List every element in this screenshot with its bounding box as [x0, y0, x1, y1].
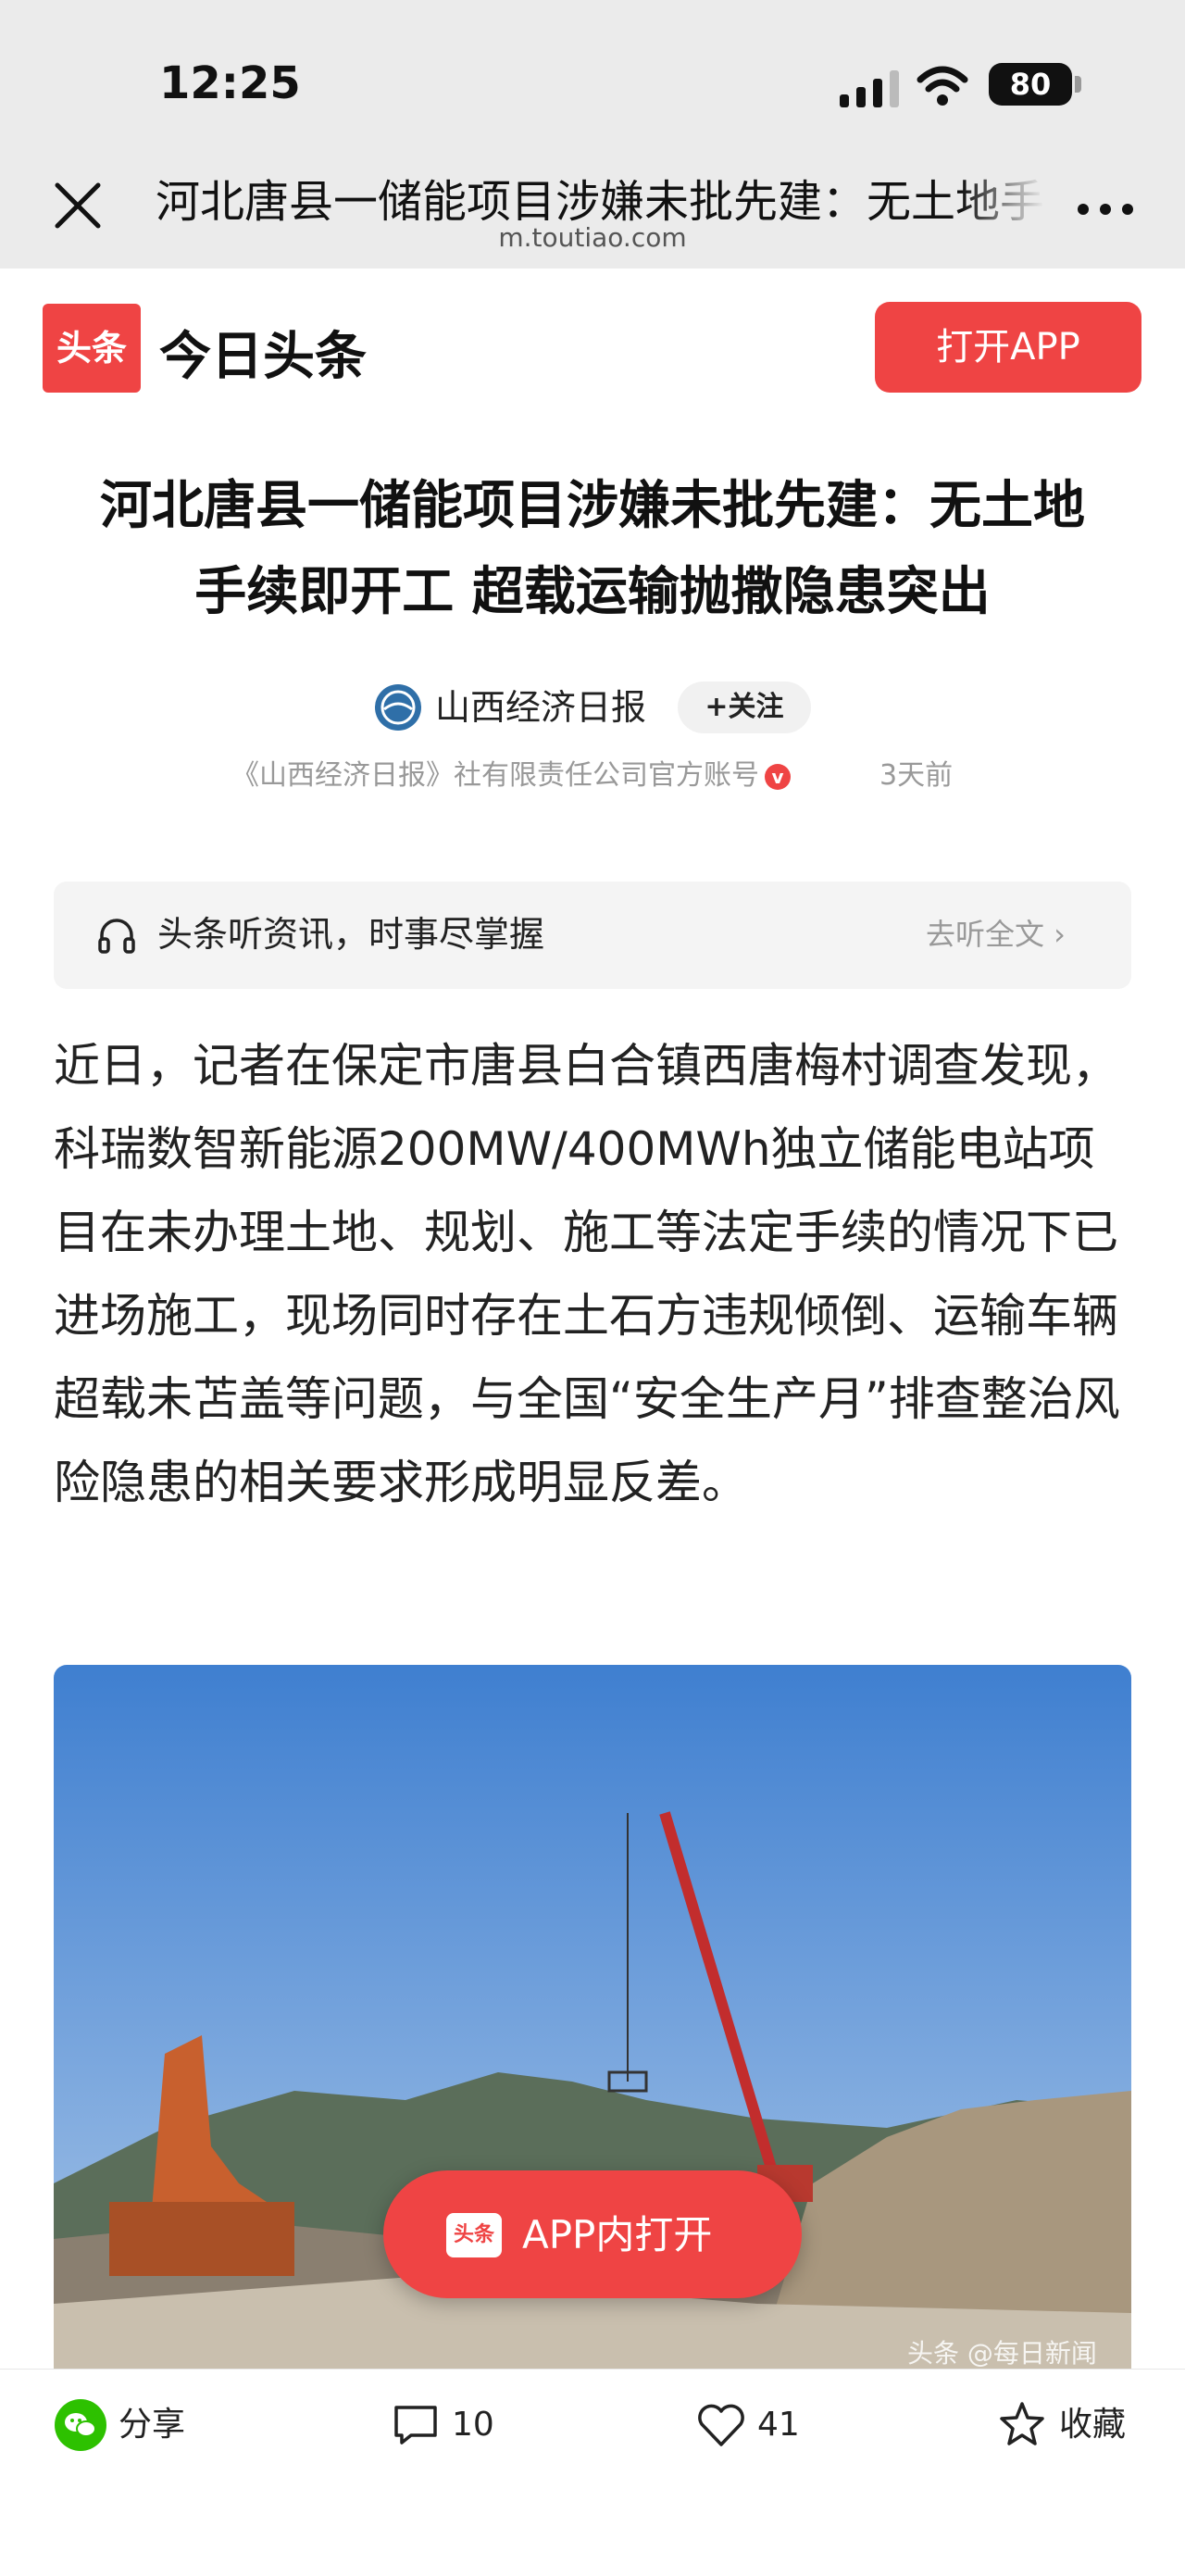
post-time: 3天前 — [879, 759, 954, 792]
article-title-line-1: 河北唐县一储能项目涉嫌未批先建：无土地 — [100, 476, 1085, 536]
toutiao-logo-small: 头条 — [446, 2213, 502, 2257]
page-title: 河北唐县一储能项目涉嫌未批先建：无土地手续即开工 超载运输抛撒隐患突出 — [156, 165, 1044, 226]
battery-tip — [1075, 76, 1081, 93]
article-title-line-2: 手续即开工 超载运输抛撒隐患突出 — [194, 562, 991, 622]
page-domain: m.toutiao.com — [498, 222, 687, 253]
author-description: 《山西经济日报》社有限责任公司官方账号 v — [231, 757, 791, 794]
share-label[interactable]: 分享 — [118, 2400, 185, 2450]
star-icon[interactable] — [998, 2400, 1046, 2448]
listen-full-link[interactable]: 去听全文 › — [926, 913, 1066, 956]
author-name[interactable]: 山西经济日报 — [435, 683, 646, 732]
author-description-text: 《山西经济日报》社有限责任公司官方账号 — [231, 759, 759, 792]
wifi-icon — [917, 66, 968, 106]
comment-count[interactable]: 10 — [452, 2400, 494, 2450]
comment-icon[interactable] — [393, 2404, 439, 2446]
listen-promo-text: 头条听资讯，时事尽掌握 — [157, 914, 545, 955]
author-avatar[interactable] — [374, 683, 422, 732]
like-count[interactable]: 41 — [757, 2400, 800, 2450]
close-icon[interactable] — [48, 176, 107, 235]
cellular-signal-icon — [840, 70, 899, 107]
favorite-label[interactable]: 收藏 — [1059, 2400, 1126, 2450]
article-body: 近日，记者在保定市唐县白合镇西唐梅村调查发现，科瑞数智新能源200MW/400M… — [54, 1039, 1120, 1509]
more-options-icon[interactable] — [1078, 200, 1133, 219]
follow-button[interactable]: +关注 — [678, 682, 811, 733]
headphone-icon — [98, 919, 135, 954]
status-time: 12:25 — [159, 57, 301, 109]
heart-icon[interactable] — [696, 2402, 746, 2448]
wechat-share-icon[interactable] — [54, 2398, 107, 2452]
app-name: 今日头条 — [159, 327, 367, 387]
toutiao-logo: 头条 — [43, 304, 141, 393]
verified-badge-icon: v — [765, 763, 791, 790]
open-app-button[interactable]: 打开APP — [875, 302, 1141, 393]
image-watermark: 头条 @每日新闻 — [907, 2338, 1097, 2369]
article-title: 河北唐县一储能项目涉嫌未批先建：无土地 手续即开工 超载运输抛撒隐患突出 — [46, 463, 1139, 635]
battery-icon: 80 — [989, 63, 1072, 106]
open-in-app-label: APP内打开 — [522, 2212, 713, 2257]
